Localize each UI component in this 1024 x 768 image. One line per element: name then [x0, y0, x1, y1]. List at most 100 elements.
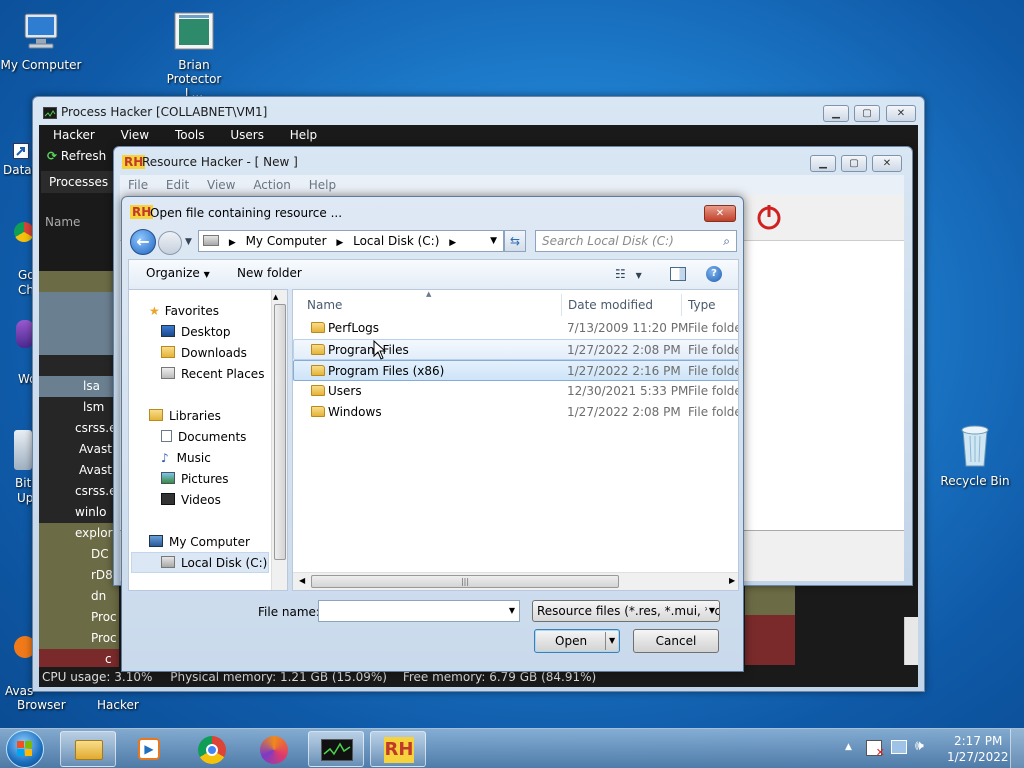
- table-row[interactable]: lsm: [39, 397, 119, 418]
- taskbar-explorer[interactable]: [60, 731, 116, 767]
- address-bar[interactable]: ▶ My Computer ▶ Local Disk (C:) ▶ ▼: [198, 230, 504, 252]
- view-options-icon[interactable]: ☷ ▼: [615, 267, 642, 281]
- refresh-button[interactable]: ⟳ Refresh: [47, 149, 106, 163]
- search-input[interactable]: Search Local Disk (C:) ⌕: [535, 230, 737, 252]
- close-button[interactable]: ✕: [872, 155, 902, 172]
- close-button[interactable]: ✕: [704, 205, 736, 222]
- maximize-button[interactable]: ▢: [854, 105, 880, 122]
- taskbar-process-hacker[interactable]: [308, 731, 364, 767]
- chevron-down-icon[interactable]: ▼: [509, 601, 515, 621]
- help-icon[interactable]: ?: [706, 266, 722, 282]
- column-header-date-modified[interactable]: Date modified: [568, 298, 653, 312]
- table-row[interactable]: [39, 237, 119, 258]
- table-row[interactable]: [39, 313, 119, 334]
- file-list[interactable]: Name ▲ Date modified Type PerfLogs 7/13/…: [292, 289, 739, 591]
- menu-view[interactable]: View: [207, 178, 235, 192]
- show-hidden-icons-chevron-icon[interactable]: ▲: [845, 742, 852, 752]
- file-type-filter-select[interactable]: Resource files (*.res, *.mui, *.dll ▼: [532, 600, 720, 622]
- show-desktop-button[interactable]: [1010, 729, 1024, 768]
- column-divider[interactable]: [681, 294, 682, 316]
- menu-file[interactable]: File: [128, 178, 148, 192]
- nav-item-recent-places[interactable]: Recent Places: [161, 367, 264, 381]
- open-file-dialog[interactable]: RH Open file containing resource ... ✕ ←…: [121, 196, 744, 672]
- breadcrumb-local-disk[interactable]: Local Disk (C:): [353, 234, 439, 248]
- file-row-perflogs[interactable]: PerfLogs 7/13/2009 11:20 PM File folder: [293, 318, 738, 339]
- column-header-name[interactable]: Name: [45, 215, 80, 229]
- navigation-pane[interactable]: ★ Favorites Desktop Downloads Recent Plac…: [128, 289, 288, 591]
- new-folder-button[interactable]: New folder: [237, 266, 302, 280]
- table-row[interactable]: Proc: [39, 607, 119, 628]
- clock-time[interactable]: 2:17 PM: [954, 734, 1002, 748]
- nav-item-local-disk[interactable]: Local Disk (C:): [161, 556, 267, 570]
- nav-my-computer[interactable]: My Computer: [149, 535, 250, 549]
- menu-hacker[interactable]: Hacker: [53, 128, 95, 142]
- minimize-button[interactable]: ▁: [810, 155, 836, 172]
- maximize-button[interactable]: ▢: [841, 155, 867, 172]
- minimize-button[interactable]: ▁: [823, 105, 849, 122]
- clock-date[interactable]: 1/27/2022: [947, 750, 1009, 764]
- table-row[interactable]: csrss.e: [39, 418, 119, 439]
- file-row-program-files[interactable]: Program Files 1/27/2022 2:08 PM File fol…: [293, 339, 738, 360]
- power-icon[interactable]: [754, 202, 784, 232]
- network-icon[interactable]: [891, 740, 907, 754]
- back-button[interactable]: ←: [130, 229, 156, 255]
- cancel-button[interactable]: Cancel: [633, 629, 719, 653]
- tab-processes[interactable]: Processes: [41, 171, 113, 193]
- column-divider[interactable]: [561, 294, 562, 316]
- nav-item-pictures[interactable]: Pictures: [161, 472, 229, 486]
- menu-action[interactable]: Action: [253, 178, 291, 192]
- nav-scrollbar-thumb[interactable]: [274, 304, 286, 560]
- table-row[interactable]: winlo: [39, 502, 119, 523]
- taskbar-resource-hacker[interactable]: RH: [370, 731, 426, 767]
- file-row-windows[interactable]: Windows 1/27/2022 2:08 PM File folder: [293, 402, 738, 423]
- breadcrumb-my-computer[interactable]: My Computer: [246, 234, 327, 248]
- nav-item-music[interactable]: ♪ Music: [161, 451, 211, 465]
- close-button[interactable]: ✕: [886, 105, 916, 122]
- action-center-icon[interactable]: ✕: [866, 740, 885, 759]
- menu-help[interactable]: Help: [309, 178, 336, 192]
- file-row-program-files-x86[interactable]: Program Files (x86) 1/27/2022 2:16 PM Fi…: [293, 360, 738, 381]
- menu-edit[interactable]: Edit: [166, 178, 189, 192]
- table-row[interactable]: csrss.e: [39, 481, 119, 502]
- desktop-icon-recycle-bin[interactable]: Recycle Bin: [934, 422, 1016, 488]
- taskbar-chrome[interactable]: [184, 731, 240, 767]
- horizontal-scrollbar[interactable]: ◀ ||| ▶: [293, 572, 738, 590]
- desktop-icon-my-computer[interactable]: My Computer: [0, 10, 82, 72]
- column-header-type[interactable]: Type: [688, 298, 716, 312]
- table-row[interactable]: Proc: [39, 628, 119, 649]
- chevron-down-icon[interactable]: ▼: [609, 630, 615, 652]
- file-name-input[interactable]: ▼: [318, 600, 520, 622]
- menu-help[interactable]: Help: [290, 128, 317, 142]
- table-row[interactable]: rD8: [39, 565, 119, 586]
- nav-libraries[interactable]: Libraries: [149, 409, 221, 423]
- horizontal-scrollbar-thumb[interactable]: |||: [311, 575, 619, 588]
- recent-locations-chevron-icon[interactable]: ▼: [185, 237, 192, 247]
- table-row[interactable]: Avast: [39, 460, 119, 481]
- nav-item-documents[interactable]: Documents: [161, 430, 246, 444]
- taskbar-media-player[interactable]: ▶: [122, 731, 178, 767]
- table-row[interactable]: DC: [39, 544, 119, 565]
- taskbar-avast-browser[interactable]: [246, 731, 302, 767]
- table-row[interactable]: [39, 271, 119, 292]
- open-button[interactable]: Open ▼: [534, 629, 620, 653]
- table-row[interactable]: [39, 292, 119, 313]
- nav-favorites[interactable]: ★ Favorites: [149, 304, 219, 318]
- preview-pane-icon[interactable]: [670, 267, 686, 281]
- table-row[interactable]: Avast: [39, 439, 119, 460]
- column-header-name[interactable]: Name: [307, 298, 342, 312]
- organize-button[interactable]: Organize ▼: [146, 266, 210, 280]
- desktop-icon-brian-protector[interactable]: Brian Protector L...: [153, 10, 235, 100]
- menu-users[interactable]: Users: [230, 128, 264, 142]
- nav-item-desktop[interactable]: Desktop: [161, 325, 231, 339]
- forward-button[interactable]: [158, 231, 182, 255]
- table-row[interactable]: lsa: [39, 376, 119, 397]
- menu-tools[interactable]: Tools: [175, 128, 205, 142]
- scrollbar[interactable]: ▼: [904, 617, 918, 676]
- address-dropdown-icon[interactable]: ▼: [490, 231, 497, 251]
- nav-scrollbar[interactable]: ▲: [271, 290, 287, 590]
- refresh-address-button[interactable]: ⇆: [504, 230, 526, 252]
- table-row[interactable]: explor: [39, 523, 119, 544]
- nav-item-downloads[interactable]: Downloads: [161, 346, 247, 360]
- menu-view[interactable]: View: [121, 128, 149, 142]
- nav-item-videos[interactable]: Videos: [161, 493, 221, 507]
